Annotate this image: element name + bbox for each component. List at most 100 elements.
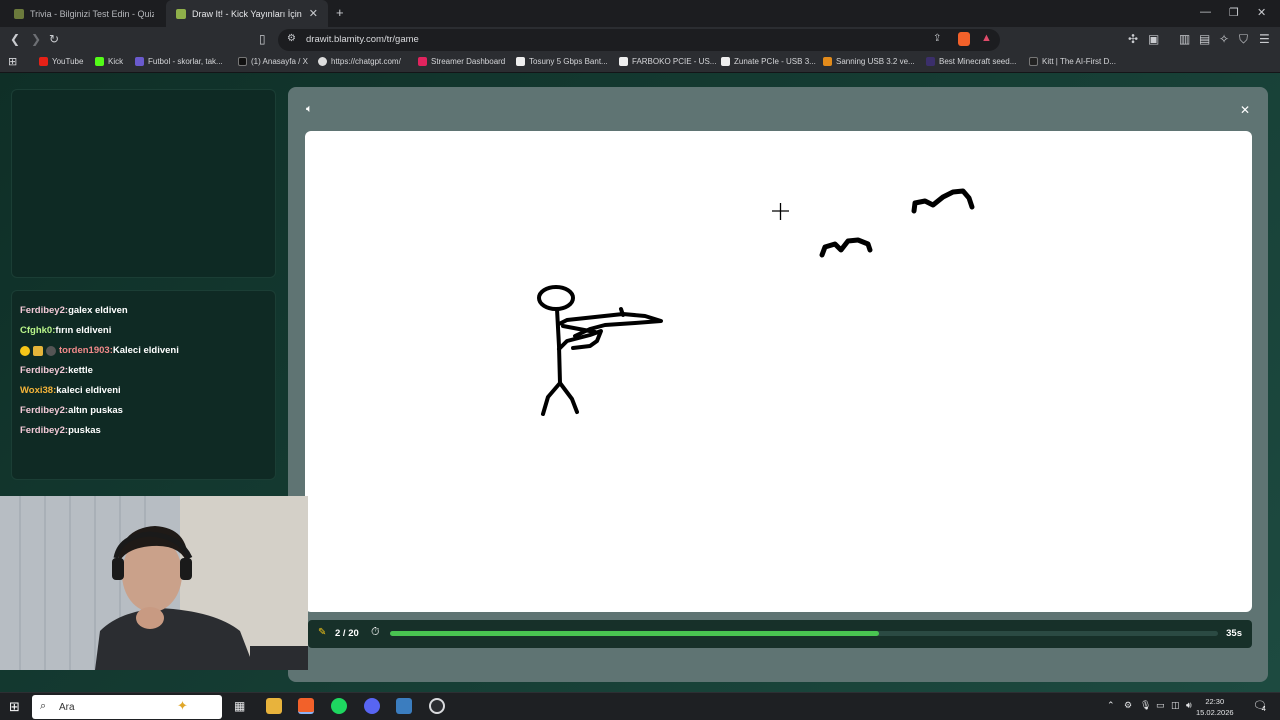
site-info-icon[interactable]: ⚙ [287,33,296,44]
brave-browser-icon[interactable] [298,698,314,714]
chat-username: Cfghk0 [20,325,53,336]
address-bar[interactable]: ⚙ drawit.blamity.com/tr/game ⇪ ▲ [278,29,1000,51]
apps-grid-icon[interactable]: ⊞ [8,55,17,68]
brave-rewards-icon[interactable]: ▲ [981,32,992,44]
app-icon[interactable] [396,698,412,714]
bookmark-kitt[interactable]: Kitt | The AI-First D... [1029,57,1116,66]
tray-app-icon[interactable]: ⚙ [1124,700,1132,711]
display-icon[interactable]: ▭ [1156,700,1165,711]
wallet-icon[interactable]: ▤ [1199,32,1210,46]
windows-start-icon[interactable]: ⊞ [9,699,20,715]
chat-username: Ferdibey2 [20,405,65,416]
tab-drawit[interactable]: Draw It! - Kick Yayınları İçin Çizim ✕ [166,0,328,27]
bookmark-futbol[interactable]: Futbol - skorlar, tak... [135,57,223,66]
bookmark-streamer-dashboard[interactable]: Streamer Dashboard [418,57,505,66]
chat-message: Ferdibey2: puskas [20,425,101,436]
close-modal-icon[interactable]: ✕ [1240,103,1250,117]
bookmark-farboko[interactable]: FARBOKO PCIE - US... [619,57,716,66]
forward-icon[interactable]: ❯ [31,32,41,46]
bookmark-minecraft[interactable]: Best Minecraft seed... [926,57,1016,66]
menu-icon[interactable]: ☰ [1259,32,1270,46]
stopwatch-icon: ⏱︎ [371,626,380,638]
chat-message: Ferdibey2: altın puskas [20,405,123,416]
notification-count: 4 [1262,706,1266,713]
microphone-icon[interactable]: 🎙︎ [1140,700,1151,711]
chat-message: Woxi38: kaleci eldiveni [20,385,121,396]
bookmark-kick[interactable]: Kick [95,57,123,66]
clock-time: 22:30 [1205,697,1225,706]
sidebar-icon[interactable]: ▥ [1179,32,1190,46]
time-remaining: 35s [1226,628,1242,639]
pencil-icon: ✎ [318,627,327,638]
reload-icon[interactable]: ↻ [49,32,59,46]
search-highlight-icon: ✦ [177,698,188,713]
clock-date: 15.02.2026 [1196,708,1234,717]
vpn-icon[interactable]: ⛉ [1239,32,1248,47]
bird-drawings [819,188,975,258]
restore-icon[interactable]: ❐ [1229,6,1239,19]
bookmark-zunate[interactable]: Zunate PCIe - USB 3... [721,57,816,66]
x-icon [238,57,247,66]
gifter-badge-icon [46,345,56,356]
back-icon[interactable]: ❮ [10,32,20,46]
bookmark-youtube[interactable]: YouTube [39,57,83,66]
navigation-bar: ❮ ❯ ↻ ▯ ⚙ drawit.blamity.com/tr/game ⇪ ▲… [0,27,1280,53]
amazon-icon [721,57,730,66]
tab-strip: Trivia - Bilginizi Test Edin - Quizer Dr… [0,0,1280,27]
trivia-favicon-icon [14,8,24,19]
file-explorer-icon[interactable] [266,698,282,714]
round-counter: 2 / 20 [335,628,359,639]
spotify-icon[interactable] [331,698,347,714]
sound-toggle-icon[interactable]: 🔈︎ [306,103,313,116]
amazon-icon [516,57,525,66]
discord-icon[interactable] [364,698,380,714]
close-window-icon[interactable]: ✕ [1257,6,1266,19]
kitt-icon [1029,57,1038,66]
volume-icon[interactable]: 🔊︎ [1186,700,1192,711]
drawing-canvas[interactable] [305,131,1252,612]
bookmark-sanning[interactable]: Sanning USB 3.2 ve... [823,57,915,66]
new-tab-icon[interactable]: + [336,5,344,20]
bookmark-x[interactable]: (1) Anasayfa / X [238,57,308,66]
chat-text: altın puskas [68,405,123,416]
task-view-icon[interactable]: ▦ [234,699,245,713]
obs-icon[interactable] [429,698,445,714]
stream-player-panel [11,89,276,278]
system-clock[interactable]: 22:30 15.02.2026 [1196,696,1234,718]
chat-message: Ferdibey2: kettle [20,365,93,376]
chat-text: kaleci eldiveni [56,385,121,396]
minecraft-icon [926,57,935,66]
chat-message: Ferdibey2: galex eldiven [20,305,128,316]
network-icon[interactable]: ◫ [1171,700,1180,711]
minimize-icon[interactable]: — [1200,6,1211,18]
bookmark-icon[interactable]: ▯ [259,32,266,46]
close-tab-icon[interactable]: ✕ [309,7,318,20]
drawit-favicon-icon [176,8,186,19]
tab-trivia[interactable]: Trivia - Bilginizi Test Edin - Quizer [4,0,164,27]
url-text: drawit.blamity.com/tr/game [306,34,419,45]
chat-username: Ferdibey2 [20,305,65,316]
taskbar-search[interactable]: ⌕ Ara ✦ [32,695,222,719]
brave-shields-icon[interactable] [958,32,970,46]
share-icon[interactable]: ⇪ [933,33,941,44]
chat-text: galex eldiven [68,305,128,316]
chat-username: torden1903 [59,345,110,356]
chat-text: puskas [68,425,101,436]
windows-taskbar: ⊞ ⌕ Ara ✦ ▦ ⌃ ⚙ 🎙︎ ▭ ◫ 🔊︎ 22:30 15.02.20… [0,692,1280,720]
extensions-icon[interactable]: ✣ [1128,32,1138,46]
chat-username: Ferdibey2 [20,365,65,376]
bookmark-tosuny[interactable]: Tosuny 5 Gbps Bant... [516,57,608,66]
crosshair-cursor-icon [772,203,789,220]
tab-search-icon[interactable]: ▣ [1148,32,1159,46]
futbol-icon [135,57,144,66]
bookmark-chatgpt[interactable]: https://chatgpt.com/ [318,57,401,66]
chat-username: Woxi38 [20,385,54,396]
bookmarks-bar: ⊞ YouTube Kick Futbol - skorlar, tak... … [0,53,1280,73]
kick-icon [95,57,104,66]
tab-title: Trivia - Bilginizi Test Edin - Quizer [30,8,154,19]
subscriber-badge-icon [20,345,30,356]
chat-message: torden1903: Kaleci eldiveni [20,345,179,356]
tray-overflow-icon[interactable]: ⌃ [1107,700,1115,711]
leo-ai-icon[interactable]: ✧ [1219,32,1229,46]
webcam-overlay [0,496,308,670]
